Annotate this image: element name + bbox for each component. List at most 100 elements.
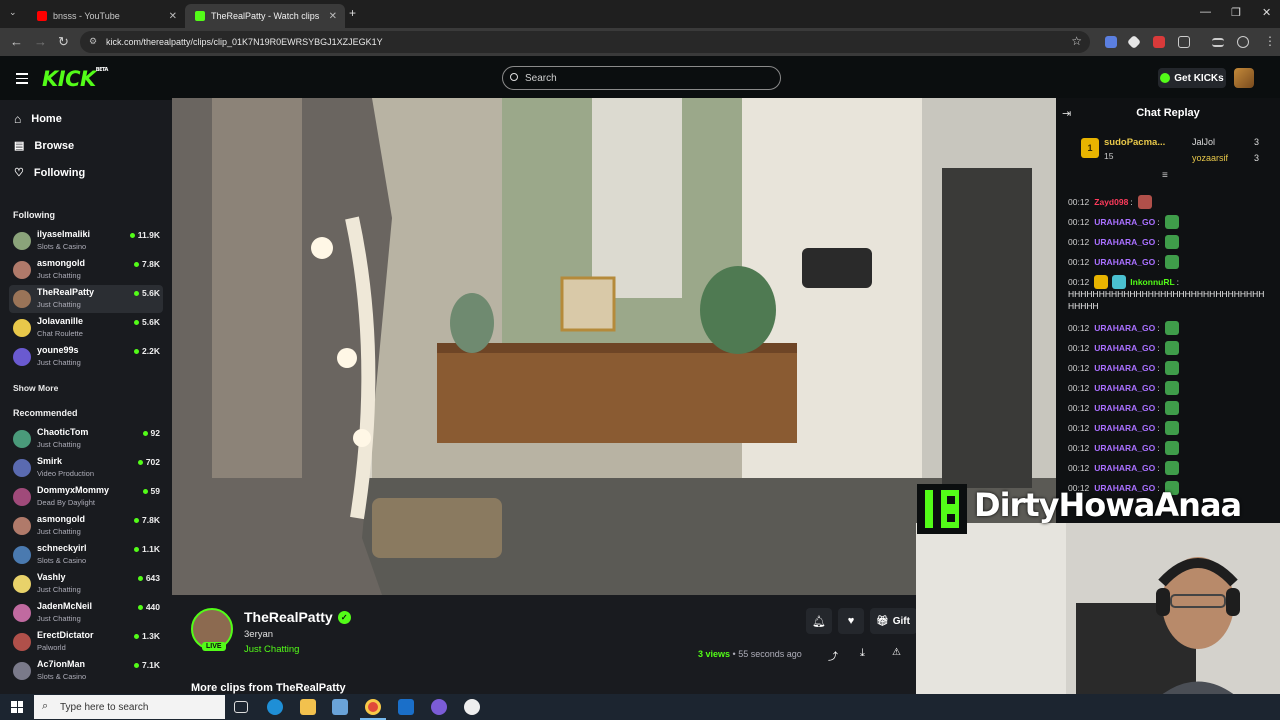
nav-home[interactable]: ⌂ Home: [14, 112, 62, 126]
sidebar-channel[interactable]: ChaoticTom Just Chatting 92: [9, 425, 163, 453]
viewer-count-value: 59: [150, 486, 160, 496]
pin-icon[interactable]: ≡: [1162, 170, 1168, 181]
live-dot-icon: [134, 662, 140, 668]
notification-button[interactable]: 🔔︎: [806, 608, 832, 634]
nav-following-label: Following: [33, 166, 86, 179]
sidebar-channel[interactable]: DommyxMommy Dead By Daylight 59: [9, 483, 163, 511]
kicks-coin-icon: [1160, 73, 1171, 83]
message-user[interactable]: URAHARA_GO: [1094, 383, 1155, 393]
sidebar-channel[interactable]: Smirk Video Production 702: [9, 454, 163, 482]
leader-name[interactable]: JalJol: [1192, 137, 1215, 147]
message-user[interactable]: URAHARA_GO: [1094, 257, 1155, 267]
bell-icon: 🔔︎: [812, 615, 826, 628]
sidebar-channel[interactable]: asmongold Just Chatting 7.8K: [9, 256, 163, 284]
gift-button[interactable]: 🎁︎ Gift: [870, 608, 917, 634]
message-time: 00:12: [1068, 277, 1090, 287]
message-text: :: [1157, 423, 1160, 433]
tab-kick[interactable]: TheRealPatty - Watch clips ✕: [185, 4, 345, 28]
viewer-count: 7.1K: [134, 660, 160, 670]
minimize-icon[interactable]: —: [1200, 6, 1211, 18]
store-icon[interactable]: [332, 699, 348, 715]
task-view-icon[interactable]: [234, 701, 248, 713]
sidebar-channel[interactable]: ErectDictator Palworld 1.3K: [9, 628, 163, 656]
windows-start-icon[interactable]: [11, 701, 23, 713]
discord-icon[interactable]: [431, 699, 447, 715]
get-kicks-button[interactable]: Get KICKs: [1158, 68, 1226, 88]
close-window-icon[interactable]: ✕: [1262, 6, 1271, 19]
sidebar-channel-active[interactable]: TheRealPatty Just Chatting 5.6K: [9, 285, 163, 313]
hamburger-menu-icon[interactable]: [16, 73, 28, 84]
sidebar: ⌂ Home ▤ Browse ♡ Following Following il…: [0, 100, 172, 694]
leader-name[interactable]: yozaarsif: [1192, 153, 1228, 163]
outlook-icon[interactable]: [398, 699, 414, 715]
kick-logo[interactable]: KICKBETA: [42, 67, 108, 91]
chat-message: 00:12 URAHARA_GO:: [1068, 321, 1179, 335]
nav-following[interactable]: ♡ Following: [14, 166, 86, 180]
more-clips-heading: More clips from TheRealPatty: [191, 682, 346, 694]
sidebar-channel[interactable]: schneckyirl Slots & Casino 1.1K: [9, 541, 163, 569]
close-tab-icon[interactable]: ✕: [329, 11, 337, 22]
chat-message: 00:12 URAHARA_GO:: [1068, 361, 1179, 375]
message-user[interactable]: InkonnuRL: [1130, 277, 1174, 287]
category-link[interactable]: Just Chatting: [244, 644, 299, 655]
sidebar-channel[interactable]: Vashly Just Chatting 643: [9, 570, 163, 598]
close-tab-icon[interactable]: ✕: [169, 11, 177, 22]
follow-button[interactable]: ♥: [838, 608, 864, 634]
sidebar-channel[interactable]: youne99s Just Chatting 2.2K: [9, 343, 163, 371]
extension-diamond-icon[interactable]: [1126, 34, 1142, 50]
file-explorer-icon[interactable]: [300, 699, 316, 715]
back-icon[interactable]: ←: [10, 34, 23, 50]
message-user[interactable]: URAHARA_GO: [1094, 443, 1155, 453]
live-dot-icon: [134, 261, 140, 267]
edge-icon[interactable]: [267, 699, 283, 715]
sidebar-channel[interactable]: ilyaselmaliki Slots & Casino 11.9K: [9, 227, 163, 255]
download-icon[interactable]: ⤓: [860, 647, 865, 660]
chrome-icon[interactable]: [365, 699, 381, 715]
message-user[interactable]: URAHARA_GO: [1094, 363, 1155, 373]
extensions-puzzle-icon[interactable]: [1178, 36, 1190, 48]
taskbar-search-input[interactable]: Type here to search: [34, 695, 225, 719]
extension-translate-icon[interactable]: [1105, 36, 1117, 48]
bookmark-star-icon[interactable]: ☆: [1071, 34, 1082, 48]
obs-icon[interactable]: [464, 699, 480, 715]
new-tab-icon[interactable]: +: [349, 6, 356, 20]
profile-icon[interactable]: [1237, 36, 1249, 48]
url-bar[interactable]: ⚙ kick.com/therealpatty/clips/clip_01K7N…: [80, 31, 1090, 53]
message-user[interactable]: URAHARA_GO: [1094, 323, 1155, 333]
viewer-count-value: 643: [145, 573, 160, 583]
get-kicks-label: Get KICKs: [1174, 72, 1224, 84]
message-text: :: [1157, 217, 1160, 227]
report-icon[interactable]: ⚠: [892, 647, 901, 658]
message-user[interactable]: Zayd098: [1094, 197, 1128, 207]
message-user[interactable]: URAHARA_GO: [1094, 237, 1155, 247]
extension-red-icon[interactable]: [1153, 36, 1165, 48]
message-user[interactable]: URAHARA_GO: [1094, 217, 1155, 227]
message-user[interactable]: URAHARA_GO: [1094, 403, 1155, 413]
site-info-icon[interactable]: ⚙: [89, 36, 97, 47]
verified-icon: ✓: [337, 610, 351, 624]
nav-browse[interactable]: ▤ Browse: [14, 139, 74, 153]
sidebar-channel[interactable]: Ac7ionMan Slots & Casino 7.1K: [9, 657, 163, 685]
message-user[interactable]: URAHARA_GO: [1094, 423, 1155, 433]
tab-list-icon[interactable]: ⌄: [9, 7, 17, 18]
channel-name[interactable]: TheRealPatty: [244, 609, 333, 625]
browser-menu-icon[interactable]: ⋮: [1264, 34, 1276, 48]
share-icon[interactable]: ⤴: [828, 648, 838, 663]
message-user[interactable]: URAHARA_GO: [1094, 463, 1155, 473]
live-badge: LIVE: [202, 642, 226, 651]
tab-youtube[interactable]: bnsss - YouTube ✕: [27, 4, 185, 28]
forward-icon[interactable]: →: [34, 34, 47, 50]
leader-name[interactable]: sudoPacma...: [1104, 137, 1165, 148]
user-avatar[interactable]: [1234, 68, 1254, 88]
search-input[interactable]: Search: [502, 66, 781, 90]
sidebar-channel[interactable]: asmongold Just Chatting 7.8K: [9, 512, 163, 540]
reload-icon[interactable]: ↻: [58, 34, 69, 50]
show-more-link[interactable]: Show More: [13, 383, 58, 393]
live-dot-icon: [134, 348, 140, 354]
tab-search-icon[interactable]: [1212, 38, 1224, 47]
maximize-icon[interactable]: ❐: [1231, 6, 1241, 19]
chat-message: 00:12 URAHARA_GO:: [1068, 441, 1179, 455]
sidebar-channel[interactable]: Jolavanille Chat Roulette 5.6K: [9, 314, 163, 342]
sidebar-channel[interactable]: JadenMcNeil Just Chatting 440: [9, 599, 163, 627]
message-user[interactable]: URAHARA_GO: [1094, 343, 1155, 353]
